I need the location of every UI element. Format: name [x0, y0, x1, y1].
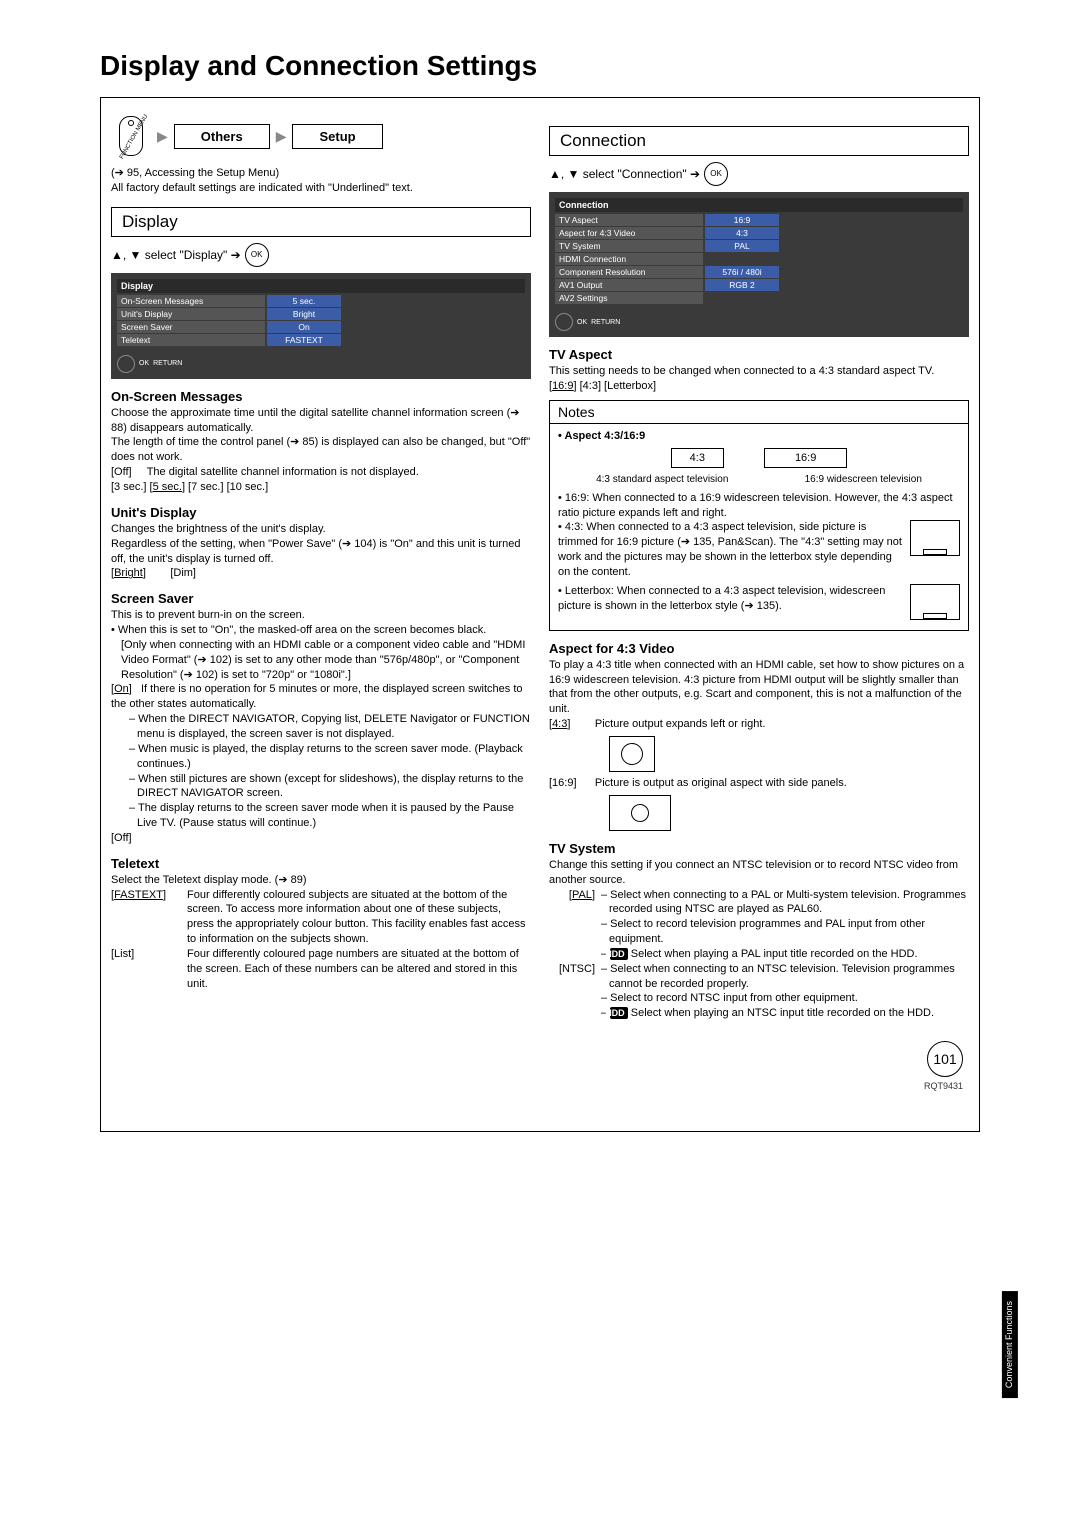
chevron-right-icon: ▶	[276, 128, 287, 145]
aspect-4-3-box: 4:3	[671, 448, 724, 468]
osm-head: On-Screen Messages	[111, 389, 531, 404]
aspect43video-head: Aspect for 4:3 Video	[549, 641, 969, 656]
tv-letterbox-icon	[910, 584, 960, 620]
tvsystem-head: TV System	[549, 841, 969, 856]
ok-icon: OK	[245, 243, 269, 267]
menu-row: TV Aspect16:9	[555, 214, 963, 227]
aspect43video-body: To play a 4:3 title when connected with …	[549, 658, 969, 831]
dpad-icon	[117, 355, 135, 373]
menu-row: On-Screen Messages 5 sec.	[117, 295, 525, 308]
left-column: FUNCTION MENU ▶ Others ▶ Setup (➔ 95, Ac…	[111, 116, 531, 1021]
menu-row: Unit's Display Bright	[117, 308, 525, 321]
menu-row: Screen Saver On	[117, 321, 525, 334]
connection-menu-panel: Connection TV Aspect16:9 Aspect for 4:3 …	[549, 192, 969, 337]
unitdisplay-body: Changes the brightness of the unit's dis…	[111, 522, 531, 581]
function-menu-icon: FUNCTION MENU	[111, 116, 151, 156]
display-menu-panel: Display On-Screen Messages 5 sec. Unit's…	[111, 273, 531, 379]
hdd-badge: HDD	[610, 948, 628, 960]
menu-hint: OK RETURN	[555, 313, 963, 331]
screensaver-body: This is to prevent burn-in on the screen…	[111, 608, 531, 846]
menu-row: TV SystemPAL	[555, 240, 963, 253]
page-number: 101	[927, 1041, 963, 1077]
menu-title: Connection	[555, 198, 963, 212]
chevron-right-icon: ▶	[157, 128, 168, 145]
dpad-icon	[555, 313, 573, 331]
aspect-4-3-diagram	[609, 736, 655, 772]
intro-text: (➔ 95, Accessing the Setup Menu) All fac…	[111, 166, 531, 197]
menu-row: AV2 Settings	[555, 292, 963, 305]
side-tab: Convenient Functions	[1002, 1291, 1018, 1398]
notes-box: Notes • Aspect 4:3/16:9 4:3 16:9 4:3 sta…	[549, 400, 969, 631]
screensaver-head: Screen Saver	[111, 591, 531, 606]
aspect-16-9-diagram	[609, 795, 671, 831]
breadcrumb: FUNCTION MENU ▶ Others ▶ Setup	[111, 116, 531, 156]
menu-title: Display	[117, 279, 525, 293]
osm-body: Choose the approximate time until the di…	[111, 406, 531, 495]
menu-row: Teletext FASTEXT	[117, 334, 525, 347]
menu-row: AV1 OutputRGB 2	[555, 279, 963, 292]
content-frame: FUNCTION MENU ▶ Others ▶ Setup (➔ 95, Ac…	[100, 97, 980, 1132]
connection-select-instruction: ▲, ▼ select "Connection" ➔ OK	[549, 162, 969, 186]
breadcrumb-others: Others	[174, 124, 270, 149]
connection-heading: Connection	[549, 126, 969, 156]
page-title: Display and Connection Settings	[100, 50, 980, 82]
breadcrumb-setup: Setup	[292, 124, 382, 149]
unitdisplay-head: Unit's Display	[111, 505, 531, 520]
footer-code: RQT9431	[111, 1081, 969, 1091]
display-heading: Display	[111, 207, 531, 237]
menu-row: Component Resolution576i / 480i	[555, 266, 963, 279]
tvaspect-head: TV Aspect	[549, 347, 969, 362]
menu-row: Aspect for 4:3 Video4:3	[555, 227, 963, 240]
tvaspect-body: This setting needs to be changed when co…	[549, 364, 969, 394]
notes-head: Notes	[550, 401, 968, 424]
tvsystem-body: Change this setting if you connect an NT…	[549, 858, 969, 1021]
teletext-body: Select the Teletext display mode. (➔ 89)…	[111, 873, 531, 992]
tv-icon	[910, 520, 960, 556]
hdd-badge: HDD	[610, 1007, 628, 1019]
menu-hint: OK RETURN	[117, 355, 525, 373]
aspect-16-9-box: 16:9	[764, 448, 847, 468]
teletext-head: Teletext	[111, 856, 531, 871]
menu-row: HDMI Connection	[555, 253, 963, 266]
right-column: Connection ▲, ▼ select "Connection" ➔ OK…	[549, 116, 969, 1021]
display-select-instruction: ▲, ▼ select "Display" ➔ OK	[111, 243, 531, 267]
ok-icon: OK	[704, 162, 728, 186]
